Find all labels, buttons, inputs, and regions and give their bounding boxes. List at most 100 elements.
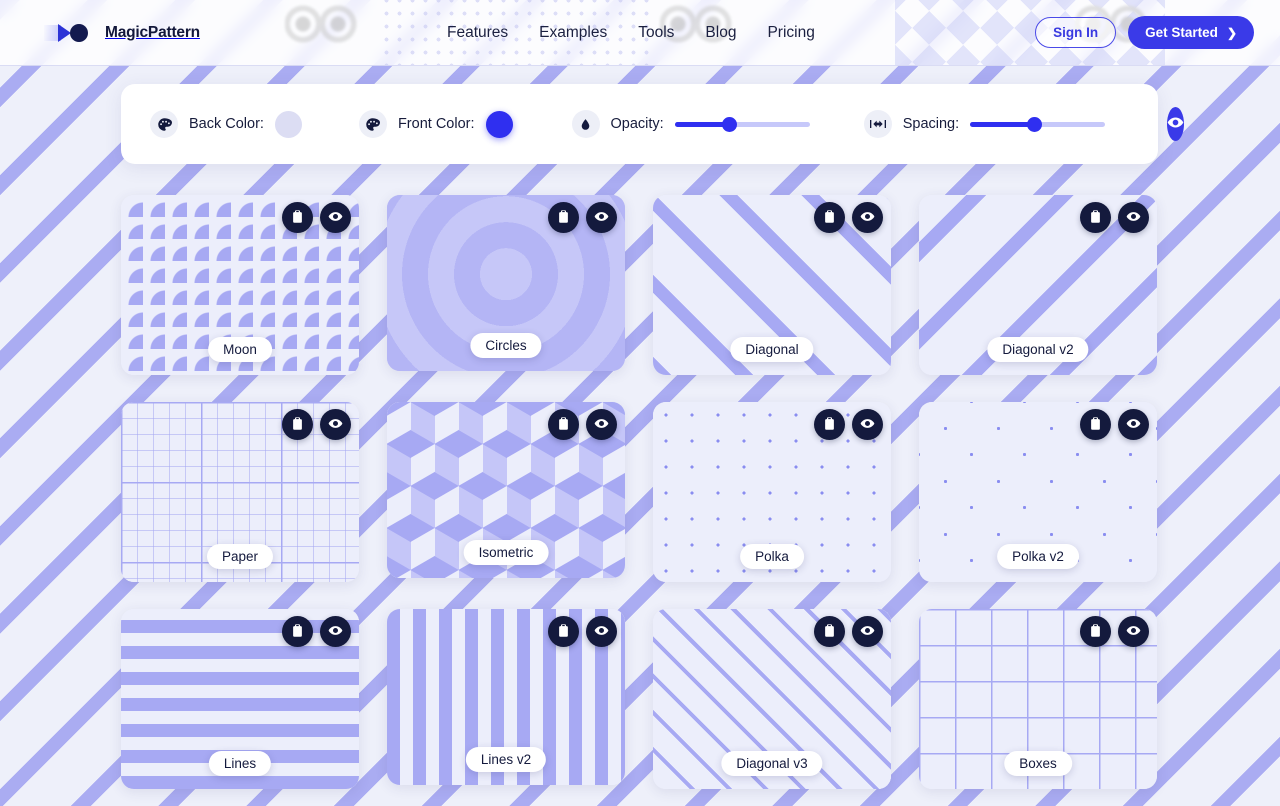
nav-item-pricing[interactable]: Pricing [767,24,814,42]
eye-icon [1126,209,1141,227]
deco-circles-1 [285,0,385,65]
eye-icon [860,623,875,641]
opacity-slider[interactable] [674,116,810,132]
copy-icon [290,416,305,434]
copy-icon [1088,623,1103,641]
eye-icon [594,416,609,434]
preview-button[interactable] [1118,202,1149,233]
pattern-name-label: Lines v2 [465,747,547,772]
copy-code-button[interactable] [282,409,313,440]
copy-icon [822,416,837,434]
copy-code-button[interactable] [1080,202,1111,233]
preview-button[interactable] [586,202,617,233]
back-color-swatch[interactable] [274,110,302,138]
copy-icon [1088,416,1103,434]
card-action-buttons [282,616,351,647]
pattern-name-label: Diagonal v3 [721,751,823,776]
pattern-name-label: Diagonal v2 [987,337,1089,362]
nav-item-tools[interactable]: Tools [638,24,674,42]
copy-icon [556,209,571,227]
copy-code-button[interactable] [548,202,579,233]
magicpattern-logo-icon [44,22,96,44]
header-actions: Sign In Get Started ❯ [1035,16,1254,49]
back-color-label: Back Color: [189,116,264,132]
preview-button[interactable] [852,202,883,233]
get-started-button[interactable]: Get Started ❯ [1128,16,1254,49]
brand-logo-link[interactable]: MagicPattern [44,22,200,44]
copy-code-button[interactable] [814,202,845,233]
preview-button[interactable] [852,409,883,440]
card-action-buttons [548,409,617,440]
preview-button[interactable] [586,409,617,440]
copy-code-button[interactable] [282,616,313,647]
spacing-label: Spacing: [902,116,960,132]
pattern-name-label: Lines [208,751,272,776]
opacity-label: Opacity: [610,116,664,132]
preview-button[interactable] [852,616,883,647]
pattern-card-polka[interactable]: Polka [653,402,891,582]
eye-icon [594,623,609,641]
eye-icon [860,209,875,227]
copy-code-button[interactable] [282,202,313,233]
eye-icon [328,623,343,641]
spacing-slider[interactable] [970,116,1106,132]
eye-icon [1167,114,1184,134]
card-action-buttons [1080,616,1149,647]
eye-icon [1126,623,1141,641]
pattern-card-diagonal-v3[interactable]: Diagonal v3 [653,609,891,789]
pattern-name-label: Circles [470,333,542,358]
nav-item-examples[interactable]: Examples [539,24,607,42]
opacity-control[interactable]: Opacity: [571,110,810,138]
pattern-name-label: Polka [740,544,804,569]
preview-button[interactable] [320,616,351,647]
pattern-card-polka-v2[interactable]: Polka v2 [919,402,1157,582]
copy-icon [290,209,305,227]
pattern-card-paper[interactable]: Paper [121,402,359,582]
front-color-label: Front Color: [397,116,475,132]
pattern-card-circles[interactable]: Circles [387,195,625,371]
copy-icon [822,623,837,641]
site-header: MagicPattern Features Examples Tools Blo… [0,0,1280,66]
copy-icon [556,623,571,641]
back-color-control[interactable]: Back Color: [150,110,302,138]
copy-code-button[interactable] [1080,616,1111,647]
copy-icon [556,416,571,434]
pattern-card-isometric[interactable]: Isometric [387,402,625,578]
eye-icon [860,416,875,434]
preview-button[interactable] [586,616,617,647]
pattern-controls-bar: Back Color: Front Color: Opacity: Spacin… [121,84,1185,164]
card-action-buttons [548,616,617,647]
preview-button[interactable] [320,409,351,440]
eye-icon [1126,416,1141,434]
pattern-name-label: Moon [208,337,272,362]
spacing-control[interactable]: Spacing: [863,110,1106,138]
brand-name: MagicPattern [105,23,200,41]
chevron-right-icon: ❯ [1226,25,1237,40]
card-action-buttons [814,616,883,647]
copy-code-button[interactable] [548,616,579,647]
copy-code-button[interactable] [814,616,845,647]
card-action-buttons [282,202,351,233]
palette-icon [150,110,178,138]
pattern-card-moon[interactable]: Moon [121,195,359,375]
pattern-card-lines[interactable]: Lines [121,609,359,789]
pattern-card-diagonal-v2[interactable]: Diagonal v2 [919,195,1157,375]
pattern-card-lines-v2[interactable]: Lines v2 [387,609,625,785]
copy-code-button[interactable] [548,409,579,440]
preview-button[interactable] [320,202,351,233]
nav-item-blog[interactable]: Blog [705,24,736,42]
preview-button[interactable] [1118,409,1149,440]
front-color-control[interactable]: Front Color: [358,110,513,138]
preview-pattern-button[interactable] [1167,107,1185,141]
pattern-name-label: Polka v2 [997,544,1079,569]
pattern-card-diagonal[interactable]: Diagonal [653,195,891,375]
copy-code-button[interactable] [1080,409,1111,440]
pattern-card-boxes[interactable]: Boxes [919,609,1157,789]
sign-in-button[interactable]: Sign In [1035,17,1117,48]
copy-code-button[interactable] [814,409,845,440]
droplet-icon [571,110,600,138]
preview-button[interactable] [1118,616,1149,647]
nav-item-features[interactable]: Features [447,24,508,42]
pattern-name-label: Diagonal [730,337,814,362]
front-color-swatch[interactable] [485,110,513,138]
